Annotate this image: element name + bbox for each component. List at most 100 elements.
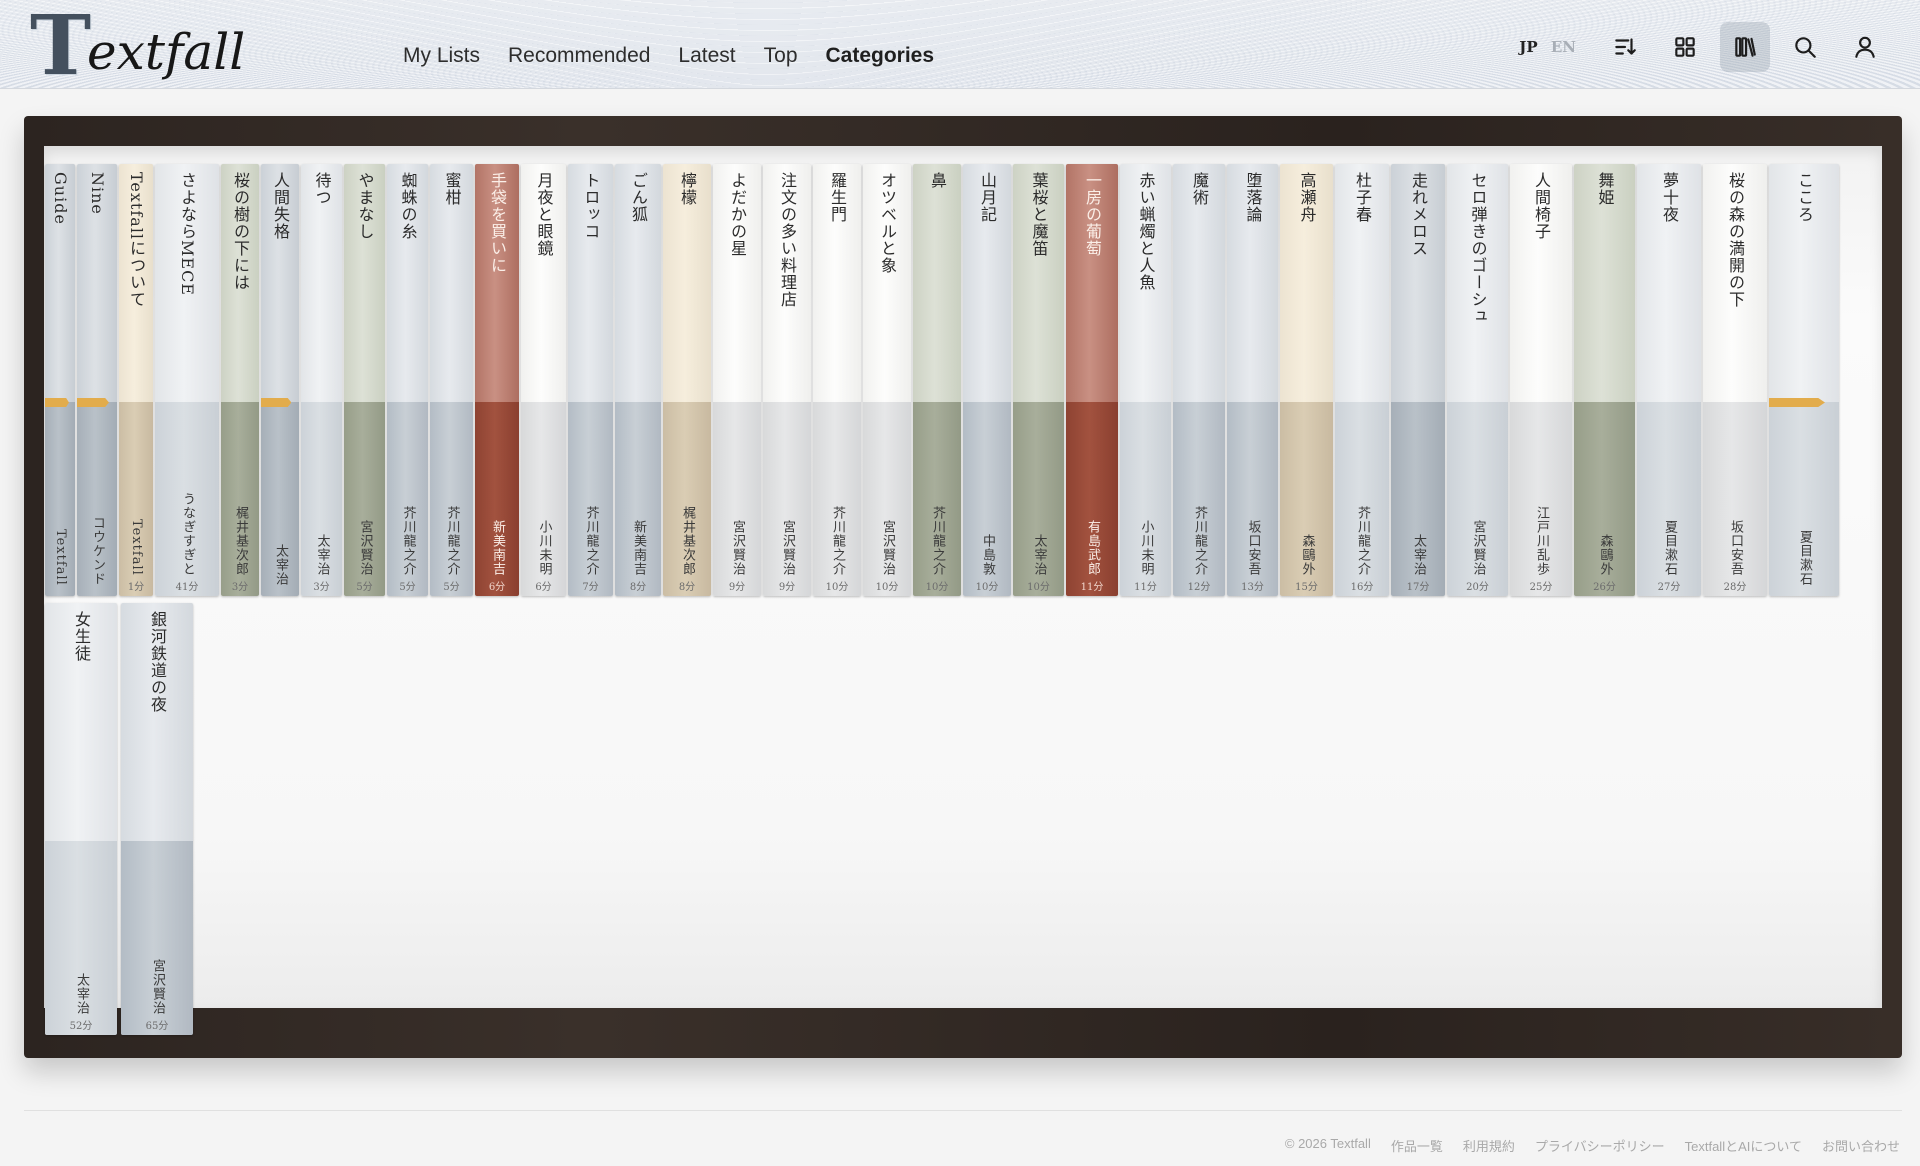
textfall-logo[interactable]: T extfall <box>30 5 245 87</box>
book-reading-time: 28分 <box>1723 582 1747 593</box>
book-spine[interactable]: 魔術 芥川龍之介 12分 <box>1173 164 1225 596</box>
nav-categories[interactable]: Categories <box>826 44 935 68</box>
book-author: 芥川龍之介 <box>1355 506 1370 576</box>
book-spine[interactable]: 女生徒 太宰治 52分 <box>45 603 117 1035</box>
book-spine[interactable]: 舞姫 森鷗外 26分 <box>1574 164 1635 596</box>
book-title: 赤い蝋燭と人魚 <box>1136 172 1156 291</box>
book-spine[interactable]: トロッコ 芥川龍之介 7分 <box>568 164 613 596</box>
book-spine[interactable]: 待つ 太宰治 3分 <box>301 164 342 596</box>
book-spine[interactable]: Textfallについて Textfall 1分 <box>119 164 153 596</box>
book-spine[interactable]: 注文の多い料理店 宮沢賢治 9分 <box>763 164 811 596</box>
book-reading-time: 6分 <box>535 582 552 593</box>
book-author: 江戸川乱歩 <box>1534 506 1549 576</box>
book-spine[interactable]: Guide Textfall <box>45 164 75 596</box>
search-icon[interactable] <box>1780 22 1830 72</box>
book-author: 森鷗外 <box>1299 534 1315 576</box>
book-spine[interactable]: 山月記 中島敦 10分 <box>963 164 1011 596</box>
header-tools: JP EN <box>1519 22 1890 72</box>
bookmark-ribbon <box>77 398 109 407</box>
sort-icon[interactable] <box>1600 22 1650 72</box>
book-spine[interactable]: 堕落論 坂口安吾 13分 <box>1227 164 1278 596</box>
book-author: Textfall <box>129 519 144 576</box>
book-spine[interactable]: 鼻芥川龍之介 10分 <box>913 164 961 596</box>
book-reading-time: 11分 <box>1080 582 1104 593</box>
book-title: ごん狐 <box>629 172 648 223</box>
book-spine[interactable]: 銀河鉄道の夜 宮沢賢治 65分 <box>121 603 193 1035</box>
footer-link-terms[interactable]: 利用規約 <box>1463 1136 1515 1155</box>
lang-en[interactable]: EN <box>1551 38 1576 56</box>
book-reading-time: 20分 <box>1466 582 1489 593</box>
book-title: 桜の森の満開の下 <box>1726 172 1745 308</box>
book-reading-time: 15分 <box>1295 582 1318 593</box>
book-author: うなぎすぎと <box>180 492 195 576</box>
book-author: 太宰治 <box>314 534 330 576</box>
book-title: こころ <box>1795 172 1814 223</box>
book-author: 坂口安吾 <box>1245 520 1261 576</box>
book-author: 有島武郎 <box>1085 520 1100 576</box>
book-title: Textfallについて <box>127 172 146 309</box>
nav-latest[interactable]: Latest <box>678 44 735 68</box>
book-title: 待つ <box>312 172 332 206</box>
book-reading-time: 41分 <box>175 582 199 593</box>
book-reading-time: 3分 <box>231 582 249 593</box>
book-reading-time: 5分 <box>443 582 460 593</box>
lang-jp[interactable]: JP <box>1519 38 1537 56</box>
book-spine[interactable]: ごん狐 新美南吉 8分 <box>615 164 661 596</box>
user-icon[interactable] <box>1840 22 1890 72</box>
book-author: 森鷗外 <box>1597 534 1613 576</box>
book-spine[interactable]: 蜜柑 芥川龍之介 5分 <box>430 164 473 596</box>
book-author: Textfall <box>53 529 68 586</box>
book-spine[interactable]: 羅生門 芥川龍之介 10分 <box>813 164 861 596</box>
book-title: オツベルと象 <box>878 172 897 274</box>
shelf-row-1: Guide Textfall Nine コウケンド Textfallについて Textfa… <box>45 164 1839 596</box>
book-spine[interactable]: さよならMECE うなぎすぎと 41分 <box>155 164 219 596</box>
nav-my-lists[interactable]: My Lists <box>403 44 480 68</box>
book-reading-time: 16分 <box>1350 582 1374 593</box>
book-spine[interactable]: よだかの星 宮沢賢治 9分 <box>713 164 761 596</box>
book-spine[interactable]: 月夜と眼鏡 小川未明 6分 <box>521 164 566 596</box>
book-spine[interactable]: 一房の葡萄 有島武郎 11分 <box>1066 164 1118 596</box>
book-spine[interactable]: 人間失格 太宰治 <box>261 164 299 596</box>
book-spine[interactable]: 蜘蛛の糸 芥川龍之介 5分 <box>387 164 428 596</box>
book-author: 芥川龍之介 <box>444 506 460 576</box>
footer-link-ai[interactable]: TextfallとAIについて <box>1685 1136 1802 1155</box>
nav-recommended[interactable]: Recommended <box>508 44 650 68</box>
book-author: 宮沢賢治 <box>730 520 745 576</box>
book-spine[interactable]: 桜の森の満開の下 坂口安吾 28分 <box>1703 164 1767 596</box>
book-author: 小川未明 <box>1138 520 1154 576</box>
book-spine[interactable]: 手袋を買いに 新美南吉 6分 <box>475 164 519 596</box>
book-spine[interactable]: セロ弾きのゴーシュ 宮沢賢治 20分 <box>1447 164 1508 596</box>
book-author: 太宰治 <box>273 544 288 586</box>
footer-link-works[interactable]: 作品一覧 <box>1391 1136 1443 1155</box>
language-switch: JP EN <box>1519 38 1576 56</box>
footer-link-contact[interactable]: お問い合わせ <box>1822 1136 1900 1155</box>
book-spine[interactable]: 桜の樹の下には 梶井基次郎 3分 <box>221 164 259 596</box>
book-title: 魔術 <box>1190 172 1209 206</box>
bookmark-ribbon <box>1769 398 1825 407</box>
book-spine[interactable]: Nine コウケンド <box>77 164 117 596</box>
bookshelf-icon[interactable] <box>1720 22 1770 72</box>
book-author: 新美南吉 <box>490 520 505 576</box>
shelf-row-2: 女生徒 太宰治 52分 銀河鉄道の夜 宮沢賢治 65分 <box>45 603 193 1035</box>
book-spine[interactable]: オツベルと象 宮沢賢治 10分 <box>863 164 911 596</box>
book-spine[interactable]: 杜子春 芥川龍之介 16分 <box>1335 164 1389 596</box>
book-reading-time: 5分 <box>399 582 416 593</box>
book-reading-time: 9分 <box>778 582 796 593</box>
bookmark-ribbon <box>261 398 292 407</box>
book-spine[interactable]: 人間椅子 江戸川乱歩 25分 <box>1510 164 1572 596</box>
nav-top[interactable]: Top <box>764 44 798 68</box>
book-author: 小川未明 <box>536 520 552 576</box>
grid-icon[interactable] <box>1660 22 1710 72</box>
book-spine[interactable]: こころ 夏目漱石 <box>1769 164 1839 596</box>
book-spine[interactable]: やまなし 宮沢賢治 5分 <box>344 164 385 596</box>
book-author: 夏目漱石 <box>1662 520 1677 576</box>
book-spine[interactable]: 赤い蝋燭と人魚 小川未明 11分 <box>1120 164 1171 596</box>
book-spine[interactable]: 檸檬 梶井基次郎 8分 <box>663 164 711 596</box>
book-spine[interactable]: 葉桜と魔笛 太宰治 10分 <box>1013 164 1064 596</box>
book-spine[interactable]: 走れメロス 太宰治 17分 <box>1391 164 1445 596</box>
book-reading-time: 25分 <box>1529 582 1553 593</box>
book-author: 宮沢賢治 <box>357 520 373 576</box>
book-spine[interactable]: 夢十夜 夏目漱石 27分 <box>1637 164 1701 596</box>
footer-link-privacy[interactable]: プライバシーポリシー <box>1535 1136 1665 1155</box>
book-spine[interactable]: 高瀬舟 森鷗外 15分 <box>1280 164 1333 596</box>
